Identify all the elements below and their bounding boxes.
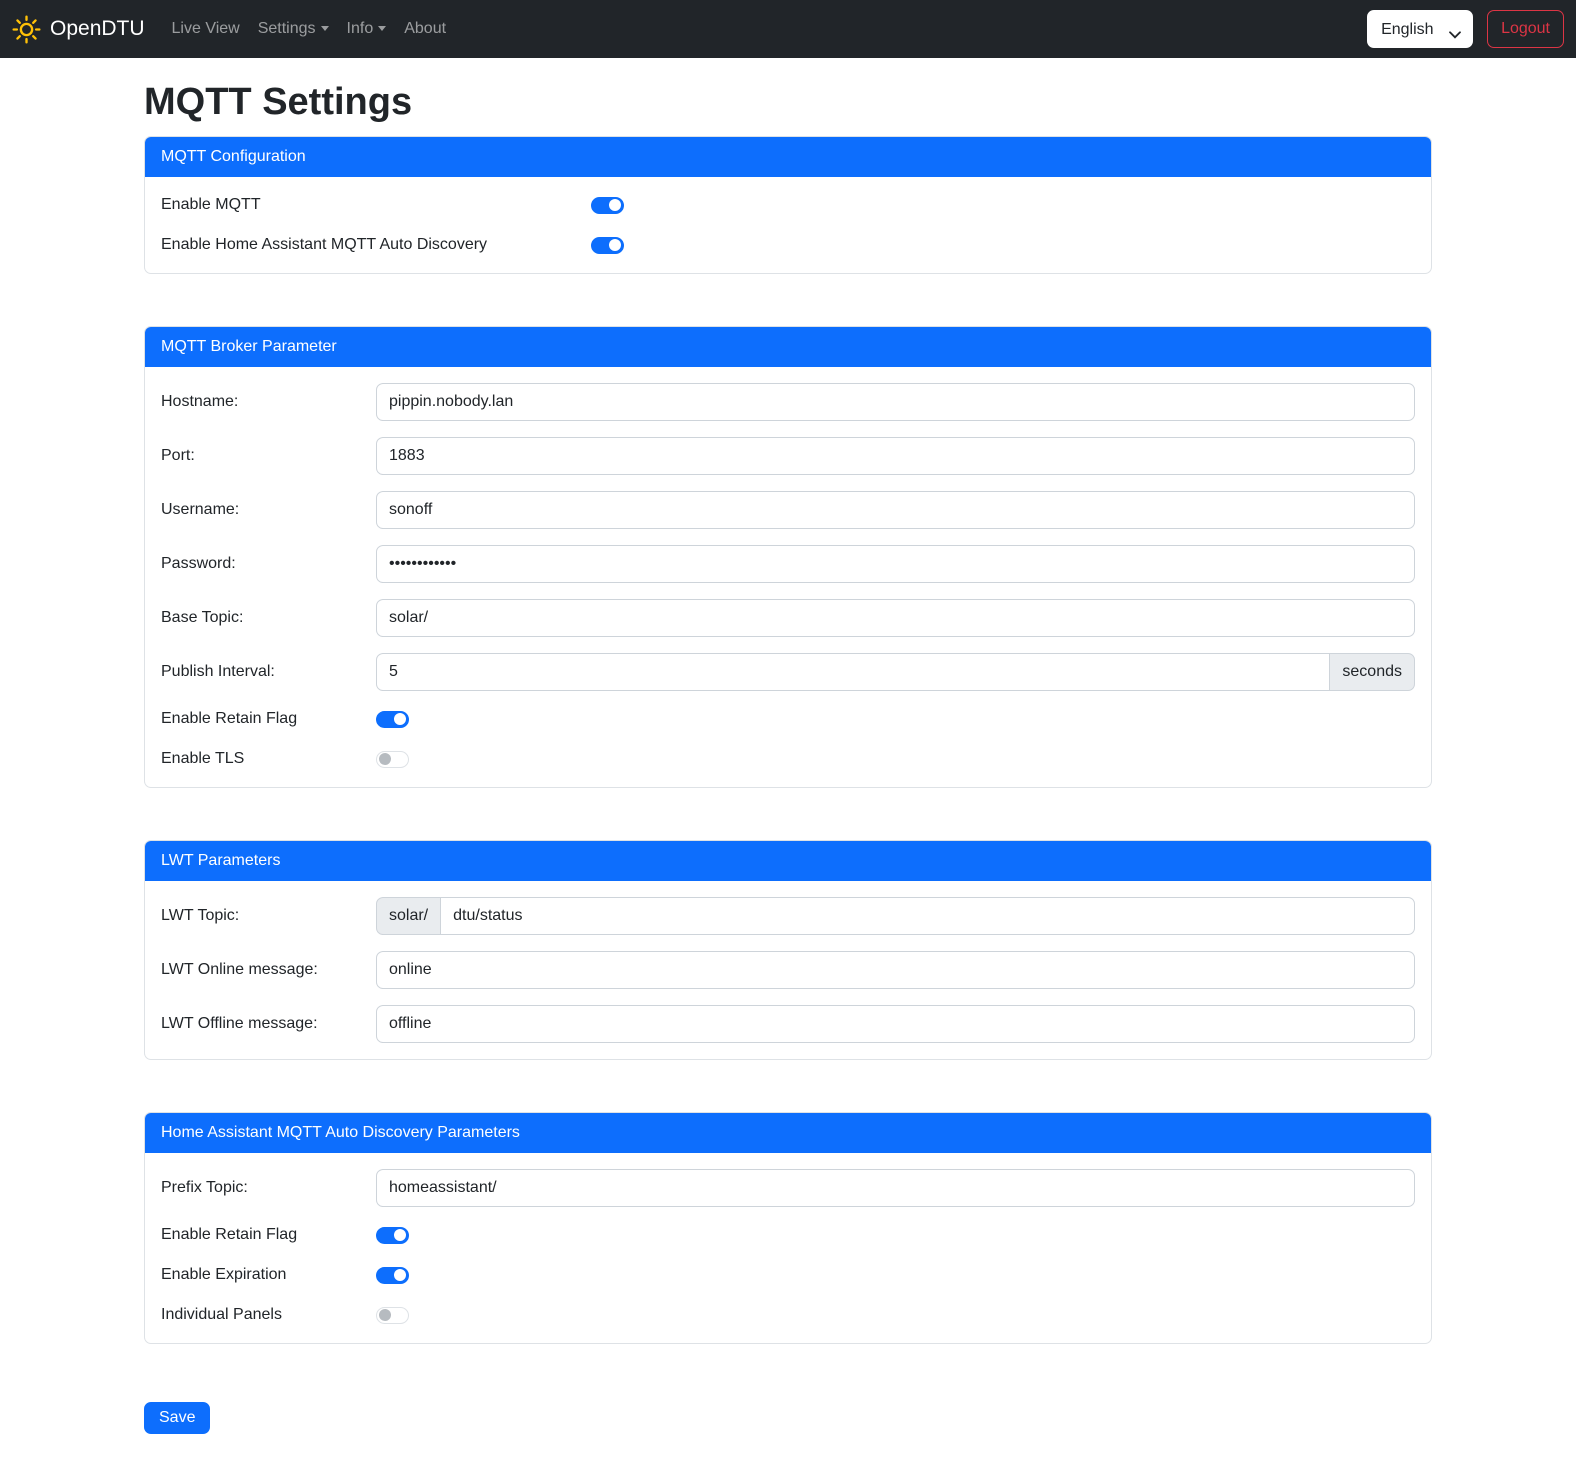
card-body-mqtt-broker: Hostname: Port: Username: Password: Base… xyxy=(145,367,1431,787)
row-password: Password: xyxy=(161,545,1415,583)
nav-item-info[interactable]: Info xyxy=(338,12,396,46)
page-title: MQTT Settings xyxy=(144,78,1432,126)
row-base-topic: Base Topic: xyxy=(161,599,1415,637)
enable-retain-label: Enable Retain Flag xyxy=(161,710,376,728)
enable-tls-toggle[interactable] xyxy=(376,751,409,768)
publish-interval-unit: seconds xyxy=(1329,653,1415,691)
row-enable-tls: Enable TLS xyxy=(161,747,1415,771)
publish-interval-label: Publish Interval: xyxy=(161,663,376,681)
row-port: Port: xyxy=(161,437,1415,475)
lwt-online-label: LWT Online message: xyxy=(161,961,376,979)
language-select[interactable]: English xyxy=(1367,10,1473,48)
card-header-mqtt-configuration: MQTT Configuration xyxy=(145,137,1431,177)
toggle-knob xyxy=(379,753,391,765)
row-lwt-topic: LWT Topic: solar/ xyxy=(161,897,1415,935)
row-publish-interval: Publish Interval: seconds xyxy=(161,653,1415,691)
card-header-mqtt-broker: MQTT Broker Parameter xyxy=(145,327,1431,367)
row-lwt-online: LWT Online message: xyxy=(161,951,1415,989)
row-enable-mqtt: Enable MQTT xyxy=(161,193,1415,217)
save-button[interactable]: Save xyxy=(144,1402,210,1434)
base-topic-input[interactable] xyxy=(376,599,1415,637)
enable-mqtt-toggle[interactable] xyxy=(591,197,624,214)
individual-panels-label: Individual Panels xyxy=(161,1306,376,1324)
enable-mqtt-label: Enable MQTT xyxy=(161,196,591,214)
toggle-knob xyxy=(394,1229,406,1241)
hostname-label: Hostname: xyxy=(161,393,376,411)
caret-down-icon xyxy=(321,26,329,31)
lwt-topic-prefix: solar/ xyxy=(376,897,441,935)
card-body-ha-discovery: Prefix Topic: Enable Retain Flag Enable … xyxy=(145,1153,1431,1343)
row-enable-retain: Enable Retain Flag xyxy=(161,707,1415,731)
enable-ha-discovery-toggle[interactable] xyxy=(591,237,624,254)
enable-retain-toggle[interactable] xyxy=(376,711,409,728)
row-prefix-topic: Prefix Topic: xyxy=(161,1169,1415,1207)
nav-item-settings[interactable]: Settings xyxy=(249,12,338,46)
brand-label: OpenDTU xyxy=(50,17,145,41)
lwt-topic-label: LWT Topic: xyxy=(161,907,376,925)
port-input[interactable] xyxy=(376,437,1415,475)
brand-link[interactable]: OpenDTU xyxy=(12,15,145,44)
nav-item-settings-label: Settings xyxy=(258,20,316,37)
sun-icon xyxy=(12,15,41,44)
card-lwt: LWT Parameters LWT Topic: solar/ LWT Onl… xyxy=(144,840,1432,1060)
row-username: Username: xyxy=(161,491,1415,529)
enable-tls-label: Enable TLS xyxy=(161,750,376,768)
ha-expiration-label: Enable Expiration xyxy=(161,1266,376,1284)
port-label: Port: xyxy=(161,447,376,465)
lwt-offline-label: LWT Offline message: xyxy=(161,1015,376,1033)
lwt-topic-input[interactable] xyxy=(440,897,1415,935)
lwt-online-input[interactable] xyxy=(376,951,1415,989)
enable-ha-discovery-label: Enable Home Assistant MQTT Auto Discover… xyxy=(161,236,591,254)
ha-retain-label: Enable Retain Flag xyxy=(161,1226,376,1244)
row-individual-panels: Individual Panels xyxy=(161,1303,1415,1327)
language-select-wrapper: English xyxy=(1367,10,1473,48)
password-label: Password: xyxy=(161,555,376,573)
card-header-ha-discovery: Home Assistant MQTT Auto Discovery Param… xyxy=(145,1113,1431,1153)
lwt-offline-input[interactable] xyxy=(376,1005,1415,1043)
hostname-input[interactable] xyxy=(376,383,1415,421)
nav-item-info-label: Info xyxy=(347,20,374,37)
card-body-mqtt-configuration: Enable MQTT Enable Home Assistant MQTT A… xyxy=(145,177,1431,273)
publish-interval-input[interactable] xyxy=(376,653,1330,691)
logout-button[interactable]: Logout xyxy=(1487,10,1564,48)
nav-links: Live View Settings Info About xyxy=(163,12,456,46)
toggle-knob xyxy=(609,199,621,211)
card-mqtt-broker: MQTT Broker Parameter Hostname: Port: Us… xyxy=(144,326,1432,788)
card-ha-discovery: Home Assistant MQTT Auto Discovery Param… xyxy=(144,1112,1432,1344)
page-container: MQTT Settings MQTT Configuration Enable … xyxy=(144,58,1432,1434)
individual-panels-toggle[interactable] xyxy=(376,1307,409,1324)
base-topic-label: Base Topic: xyxy=(161,609,376,627)
row-enable-ha-discovery: Enable Home Assistant MQTT Auto Discover… xyxy=(161,233,1415,257)
card-header-lwt: LWT Parameters xyxy=(145,841,1431,881)
ha-retain-toggle[interactable] xyxy=(376,1227,409,1244)
caret-down-icon xyxy=(378,26,386,31)
navbar: OpenDTU Live View Settings Info About En… xyxy=(0,0,1576,58)
password-input[interactable] xyxy=(376,545,1415,583)
row-ha-expiration: Enable Expiration xyxy=(161,1263,1415,1287)
row-hostname: Hostname: xyxy=(161,383,1415,421)
row-ha-retain: Enable Retain Flag xyxy=(161,1223,1415,1247)
row-lwt-offline: LWT Offline message: xyxy=(161,1005,1415,1043)
nav-item-about[interactable]: About xyxy=(395,12,455,46)
toggle-knob xyxy=(394,1269,406,1281)
toggle-knob xyxy=(394,713,406,725)
prefix-topic-input[interactable] xyxy=(376,1169,1415,1207)
nav-item-live-view[interactable]: Live View xyxy=(163,12,249,46)
username-label: Username: xyxy=(161,501,376,519)
prefix-topic-label: Prefix Topic: xyxy=(161,1179,376,1197)
toggle-knob xyxy=(609,239,621,251)
ha-expiration-toggle[interactable] xyxy=(376,1267,409,1284)
username-input[interactable] xyxy=(376,491,1415,529)
toggle-knob xyxy=(379,1309,391,1321)
card-mqtt-configuration: MQTT Configuration Enable MQTT Enable Ho… xyxy=(144,136,1432,274)
card-body-lwt: LWT Topic: solar/ LWT Online message: LW… xyxy=(145,881,1431,1059)
